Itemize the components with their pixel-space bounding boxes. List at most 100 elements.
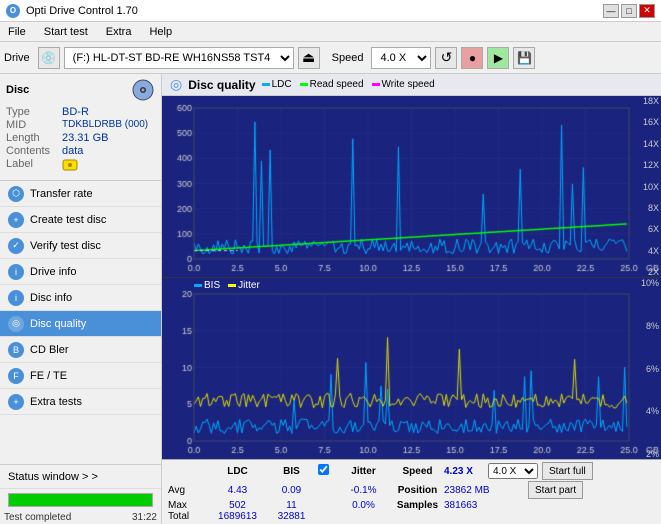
stats-max-row: Max 502 11 0.0% Samples 381663	[168, 500, 655, 511]
legend-write-speed-dot	[372, 83, 380, 86]
sidebar-item-create-test-disc[interactable]: + Create test disc	[0, 207, 161, 233]
ldc-chart-canvas	[162, 96, 661, 277]
sidebar-item-fe-te[interactable]: F FE / TE	[0, 363, 161, 389]
legend-bis-dot	[194, 284, 202, 287]
legend-read-speed-label: Read speed	[310, 79, 364, 90]
stats-header-row: LDC BIS Jitter Speed 4.23 X 4.0 X Start …	[168, 462, 655, 480]
samples-label: Samples	[395, 500, 440, 511]
window-controls[interactable]: — □ ✕	[603, 4, 655, 18]
jitter-checkbox-container[interactable]	[318, 464, 332, 478]
drive-icon: 💿	[38, 47, 60, 69]
sidebar-item-verify-test-disc[interactable]: ✓ Verify test disc	[0, 233, 161, 259]
speed-header: Speed	[395, 466, 440, 477]
drive-info-label: Drive info	[30, 266, 76, 278]
speed-label: Speed	[332, 52, 364, 64]
bis-legend: BIS Jitter	[194, 280, 260, 291]
sidebar-item-disc-quality[interactable]: ◎ Disc quality	[0, 311, 161, 337]
bis-chart-canvas	[162, 278, 661, 459]
position-value: 23862 MB	[444, 485, 524, 496]
disc-icon	[131, 78, 155, 102]
fe-te-label: FE / TE	[30, 370, 67, 382]
legend-write-speed-label: Write speed	[382, 79, 435, 90]
max-label: Max	[168, 500, 206, 511]
sidebar-item-disc-info[interactable]: i Disc info	[0, 285, 161, 311]
total-ldc-value: 1689613	[210, 511, 265, 522]
maximize-button[interactable]: □	[621, 4, 637, 18]
disc-section-title: Disc	[6, 84, 29, 96]
menu-start-test[interactable]: Start test	[40, 25, 92, 39]
start-full-button[interactable]: Start full	[542, 462, 593, 480]
status-bottom: Test completed 31:22	[0, 511, 161, 524]
avg-label: Avg	[168, 485, 206, 496]
sidebar-item-extra-tests[interactable]: + Extra tests	[0, 389, 161, 415]
extra-tests-icon: +	[8, 394, 24, 410]
disc-quality-label: Disc quality	[30, 318, 86, 330]
verify-test-disc-label: Verify test disc	[30, 240, 101, 252]
y-axis-right-bottom: 10%8%6%4%2%	[631, 278, 659, 459]
disc-button[interactable]: ●	[461, 47, 483, 69]
sidebar-item-transfer-rate[interactable]: ⬡ Transfer rate	[0, 181, 161, 207]
cd-bler-label: CD Bler	[30, 344, 69, 356]
drive-label: Drive	[4, 52, 30, 64]
max-bis-value: 11	[269, 500, 314, 511]
legend-write-speed: Write speed	[372, 79, 435, 90]
label-value	[62, 158, 78, 175]
menu-extra[interactable]: Extra	[102, 25, 136, 39]
drive-info-icon: i	[8, 264, 24, 280]
legend-ldc-dot	[262, 83, 270, 86]
main-content: Disc Type BD-R MID TDKBLDRBB (000) Lengt…	[0, 74, 661, 524]
toolbar: Drive 💿 (F:) HL-DT-ST BD-RE WH16NS58 TST…	[0, 42, 661, 74]
speed-select-stats[interactable]: 4.0 X	[488, 463, 538, 479]
transfer-rate-icon: ⬡	[8, 186, 24, 202]
minimize-button[interactable]: —	[603, 4, 619, 18]
close-button[interactable]: ✕	[639, 4, 655, 18]
legend-jitter-dot	[228, 284, 236, 287]
disc-panel: Disc Type BD-R MID TDKBLDRBB (000) Lengt…	[0, 74, 161, 181]
mid-label: MID	[6, 119, 62, 131]
content-area: ◎ Disc quality LDC Read speed Write spee…	[162, 74, 661, 524]
disc-info-label: Disc info	[30, 292, 72, 304]
menu-bar: File Start test Extra Help	[0, 22, 661, 42]
bis-header: BIS	[269, 466, 314, 477]
samples-value: 381663	[444, 500, 524, 511]
transfer-rate-label: Transfer rate	[30, 188, 93, 200]
refresh-button[interactable]: ↺	[435, 47, 457, 69]
progress-bar	[8, 493, 153, 507]
app-title: Opti Drive Control 1.70	[26, 5, 138, 17]
bis-chart: BIS Jitter 10%8%6%4%2%	[162, 278, 661, 459]
y-axis-right-top: 18X16X14X12X10X8X6X4X2X	[631, 96, 659, 277]
position-label: Position	[395, 485, 440, 496]
ldc-chart: 18X16X14X12X10X8X6X4X2X	[162, 96, 661, 278]
total-bis-value: 32881	[269, 511, 314, 522]
status-text: Test completed	[4, 512, 71, 523]
analyze-button[interactable]: ▶	[487, 47, 509, 69]
legend-bis: BIS	[194, 280, 220, 291]
status-window-button[interactable]: Status window > >	[0, 465, 161, 489]
max-jitter-value: 0.0%	[336, 500, 391, 511]
stats-avg-row: Avg 4.43 0.09 -0.1% Position 23862 MB St…	[168, 481, 655, 499]
eject-button[interactable]: ⏏	[298, 47, 320, 69]
avg-ldc-value: 4.43	[210, 485, 265, 496]
max-ldc-value: 502	[210, 500, 265, 511]
start-part-button[interactable]: Start part	[528, 481, 583, 499]
sidebar-item-cd-bler[interactable]: B CD Bler	[0, 337, 161, 363]
create-test-disc-icon: +	[8, 212, 24, 228]
length-value: 23.31 GB	[62, 132, 108, 144]
fe-te-icon: F	[8, 368, 24, 384]
save-button[interactable]: 💾	[513, 47, 535, 69]
drive-select[interactable]: (F:) HL-DT-ST BD-RE WH16NS58 TST4	[64, 47, 294, 69]
jitter-header: Jitter	[336, 466, 391, 477]
sidebar-item-drive-info[interactable]: i Drive info	[0, 259, 161, 285]
jitter-checkbox[interactable]	[318, 464, 329, 475]
app-icon: O	[6, 4, 20, 18]
verify-test-disc-icon: ✓	[8, 238, 24, 254]
contents-label: Contents	[6, 145, 62, 157]
legend-jitter: Jitter	[228, 280, 260, 291]
menu-file[interactable]: File	[4, 25, 30, 39]
status-area: Status window > > Test completed 31:22	[0, 464, 161, 524]
sidebar: Disc Type BD-R MID TDKBLDRBB (000) Lengt…	[0, 74, 162, 524]
speed-select[interactable]: 4.0 X	[371, 47, 431, 69]
menu-help[interactable]: Help	[145, 25, 176, 39]
type-label: Type	[6, 106, 62, 118]
legend-top: LDC Read speed Write speed	[262, 79, 435, 90]
